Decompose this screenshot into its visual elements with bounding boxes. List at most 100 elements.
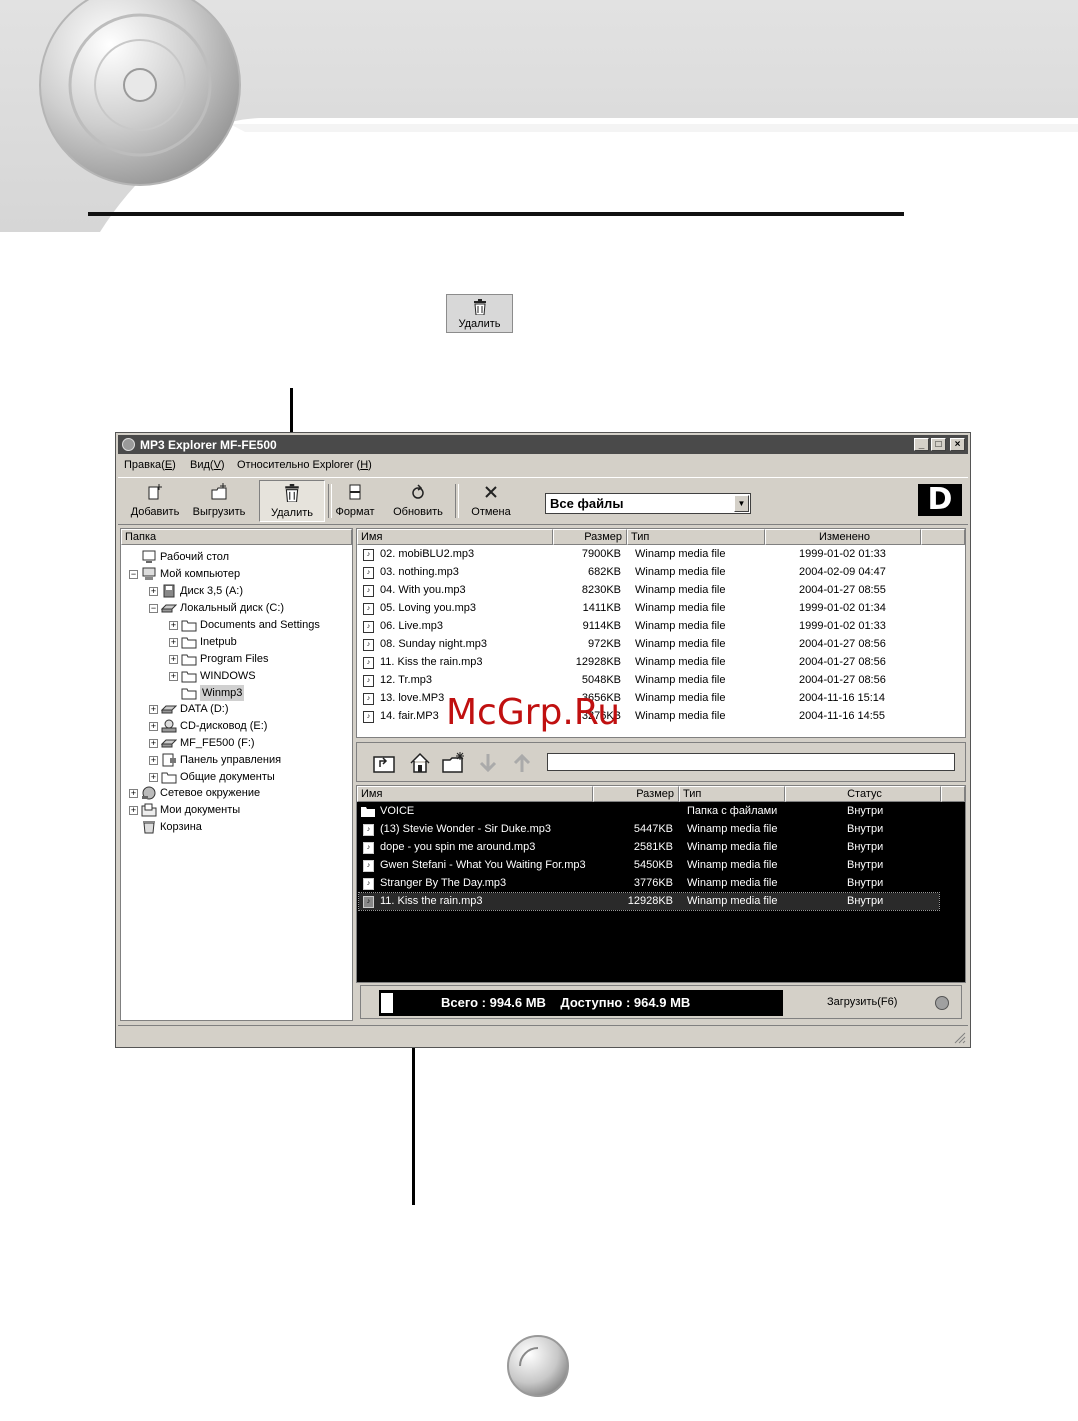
table-row[interactable]: ♪ dope - you spin me around.mp3 2581KB Wina… bbox=[359, 839, 963, 856]
column-modified[interactable]: Изменено bbox=[765, 529, 921, 545]
delete-button[interactable]: Удалить bbox=[259, 480, 325, 522]
file-filter-value: Все файлы bbox=[550, 496, 624, 511]
maximize-button[interactable]: □ bbox=[931, 438, 946, 451]
add-button-label: Добавить bbox=[130, 506, 180, 518]
close-button[interactable]: × bbox=[950, 438, 965, 451]
music-file-icon: ♪ bbox=[363, 639, 374, 651]
folder-icon bbox=[161, 772, 177, 784]
minimize-button[interactable]: _ bbox=[914, 438, 929, 451]
control-panel-icon bbox=[162, 753, 176, 767]
mp3-explorer-window: MP3 Explorer MF-FE500 _ □ × Правка(E) Ви… bbox=[115, 432, 971, 1048]
download-button[interactable]: Выгрузить bbox=[188, 480, 250, 520]
table-row[interactable]: ♪ (13) Stevie Wonder - Sir Duke.mp3 5447KB… bbox=[359, 821, 963, 838]
toolbar: Добавить Выгрузить Удалить Формат Обнови… bbox=[118, 477, 968, 525]
inline-delete-label: Удалить bbox=[458, 318, 501, 330]
folder-up-icon[interactable] bbox=[371, 751, 397, 775]
storage-meter-fill bbox=[381, 993, 393, 1013]
table-row[interactable]: ♪ 12. Tr.mp3 5048KB Winamp media file 2004-0… bbox=[359, 672, 963, 689]
storage-status: Всего : 994.6 MB Доступно : 964.9 MB Заг… bbox=[360, 985, 962, 1019]
toolbar-separator bbox=[455, 484, 459, 518]
device-nav-bar bbox=[356, 742, 966, 782]
format-button[interactable]: Формат bbox=[330, 480, 380, 520]
music-file-icon: ♪ bbox=[363, 567, 374, 579]
desktop-icon bbox=[142, 550, 156, 563]
chevron-down-icon[interactable]: ▼ bbox=[734, 495, 749, 512]
device-path-input[interactable] bbox=[547, 753, 955, 771]
music-file-icon: ♪ bbox=[363, 675, 374, 687]
music-file-icon: ♪ bbox=[363, 693, 374, 705]
cancel-button[interactable]: Отмена bbox=[463, 480, 519, 520]
up-arrow-icon[interactable] bbox=[509, 751, 535, 775]
footer-disc-icon bbox=[507, 1335, 569, 1397]
format-button-label: Формат bbox=[335, 506, 375, 518]
window-title: MP3 Explorer MF-FE500 bbox=[140, 438, 277, 452]
table-row[interactable]: ♪ 06. Live.mp3 9114KB Winamp media file 1999… bbox=[359, 618, 963, 635]
removable-disk-icon bbox=[161, 739, 177, 748]
folder-icon bbox=[181, 620, 197, 632]
column-spacer bbox=[941, 786, 965, 802]
table-row[interactable]: VOICE Папка с файлами Внутри bbox=[359, 803, 963, 820]
menu-about[interactable]: Относительно Explorer (H) bbox=[237, 459, 372, 471]
music-file-icon: ♪ bbox=[363, 860, 374, 872]
floppy-icon bbox=[163, 584, 175, 598]
column-status[interactable]: Статус bbox=[785, 786, 941, 802]
brand-logo: D bbox=[918, 484, 962, 516]
tree-header[interactable]: Папка bbox=[121, 529, 352, 545]
network-icon bbox=[142, 786, 156, 800]
table-row[interactable]: ♪ 11. Kiss the rain.mp3 12928KB Winamp medi… bbox=[359, 654, 963, 671]
hard-disk-icon bbox=[161, 604, 177, 613]
table-row[interactable]: ♪ 04. With you.mp3 8230KB Winamp media file… bbox=[359, 582, 963, 599]
add-file-icon bbox=[148, 484, 162, 500]
menu-bar: Правка(E) Вид(V) Относительно Explorer (… bbox=[118, 456, 968, 474]
column-type[interactable]: Тип bbox=[627, 529, 765, 545]
trash-icon bbox=[285, 484, 299, 502]
cancel-icon bbox=[485, 486, 497, 498]
table-row[interactable]: ♪ 03. nothing.mp3 682KB Winamp media file 20… bbox=[359, 564, 963, 581]
table-row-selected[interactable]: ♪ 11. Kiss the rain.mp3 12928KB Winamp medi… bbox=[358, 892, 940, 911]
music-file-icon: ♪ bbox=[363, 824, 374, 836]
column-size[interactable]: Размер bbox=[593, 786, 679, 802]
music-file-icon: ♪ bbox=[363, 896, 374, 908]
home-icon[interactable] bbox=[407, 751, 433, 775]
header-rule bbox=[88, 212, 904, 216]
table-row[interactable]: ♪ 08. Sunday night.mp3 972KB Winamp media f… bbox=[359, 636, 963, 653]
column-type[interactable]: Тип bbox=[679, 786, 785, 802]
column-size[interactable]: Размер bbox=[553, 529, 627, 545]
folder-icon bbox=[181, 688, 197, 700]
cd-drive-icon bbox=[161, 719, 177, 733]
resize-grip-icon[interactable] bbox=[954, 1032, 966, 1044]
menu-edit[interactable]: Правка(E) bbox=[124, 459, 176, 471]
music-file-icon: ♪ bbox=[363, 711, 374, 723]
refresh-button[interactable]: Обновить bbox=[386, 480, 450, 520]
add-button[interactable]: Добавить bbox=[126, 480, 184, 520]
column-name[interactable]: Имя bbox=[357, 786, 593, 802]
folder-icon bbox=[361, 807, 375, 817]
computer-icon bbox=[142, 567, 156, 580]
folder-icon bbox=[181, 637, 197, 649]
table-row[interactable]: ♪ Stranger By The Day.mp3 3776KB Winamp med… bbox=[359, 875, 963, 892]
app-icon bbox=[122, 438, 135, 451]
download-button-label: Выгрузить bbox=[192, 506, 246, 518]
device-file-list: Имя Размер Тип Статус VOICE Папка с файла… bbox=[356, 785, 966, 983]
upload-button[interactable]: Загрузить(F6) bbox=[827, 996, 897, 1008]
down-arrow-icon[interactable] bbox=[475, 751, 501, 775]
menu-view[interactable]: Вид(V) bbox=[190, 459, 225, 471]
music-file-icon: ♪ bbox=[363, 657, 374, 669]
documents-icon bbox=[141, 803, 157, 817]
column-name[interactable]: Имя bbox=[357, 529, 553, 545]
status-bar bbox=[118, 1025, 968, 1046]
music-file-icon: ♪ bbox=[363, 585, 374, 597]
trash-icon bbox=[474, 299, 486, 315]
recycle-bin-icon bbox=[143, 821, 155, 834]
refresh-button-label: Обновить bbox=[393, 506, 443, 518]
table-row[interactable]: ♪ 02. mobiBLU2.mp3 7900KB Winamp media file… bbox=[359, 546, 963, 563]
music-file-icon: ♪ bbox=[363, 549, 374, 561]
storage-meter: Всего : 994.6 MB Доступно : 964.9 MB bbox=[379, 990, 783, 1016]
table-row[interactable]: ♪ Gwen Stefani - What You Waiting For.mp3… bbox=[359, 857, 963, 874]
table-row[interactable]: ♪ 05. Loving you.mp3 1411KB Winamp media fi… bbox=[359, 600, 963, 617]
inline-delete-button: Удалить bbox=[446, 294, 513, 333]
new-folder-icon[interactable] bbox=[441, 751, 467, 775]
header-banner bbox=[0, 0, 1078, 232]
title-bar[interactable]: MP3 Explorer MF-FE500 _ □ × bbox=[118, 435, 968, 454]
file-filter-select[interactable]: Все файлы ▼ bbox=[545, 493, 751, 514]
